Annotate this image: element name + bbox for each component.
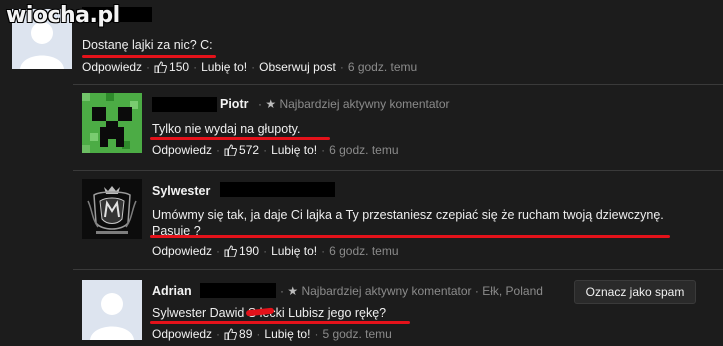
comment-text: Tylko nie wydaj na głupoty. [152, 121, 300, 137]
red-underline [150, 235, 670, 238]
redacted-name [200, 283, 276, 298]
author-name[interactable]: Adrian [152, 284, 192, 298]
redacted-name [152, 97, 217, 112]
like-count: 89 [239, 327, 253, 341]
separator: · [216, 327, 221, 341]
separator: · [146, 60, 151, 74]
divider [73, 269, 723, 270]
separator: · [251, 60, 256, 74]
like-count: 150 [169, 60, 190, 74]
timestamp[interactable]: 6 godz. temu [348, 60, 417, 74]
location-label: Ełk, Poland [482, 284, 543, 298]
separator: · [216, 143, 221, 157]
separator: · [263, 143, 268, 157]
like-link[interactable]: Lubię to! [271, 244, 317, 258]
author-name[interactable]: Piotr [220, 97, 248, 111]
red-underline [150, 321, 410, 324]
avatar-emblem[interactable] [82, 179, 142, 239]
comment-text-line: Umówmy się tak, ja daje Ci lajka a Ty pr… [152, 208, 664, 222]
separator: · [263, 244, 268, 258]
like-link[interactable]: Lubię to! [271, 143, 317, 157]
separator: · [321, 244, 326, 258]
star-icon: ★ [265, 97, 277, 111]
author-name[interactable]: Sylwester [152, 184, 210, 198]
avatar[interactable] [82, 280, 142, 340]
creeper-face-icon [82, 93, 142, 153]
separator: · [216, 244, 221, 258]
follow-post-link[interactable]: Obserwuj post [259, 60, 336, 74]
like-count: 572 [239, 143, 260, 157]
emblem-logo-icon [82, 179, 142, 239]
divider [73, 170, 723, 171]
reply-link[interactable]: Odpowiedz [152, 143, 212, 157]
avatar-creeper[interactable] [82, 93, 142, 153]
comment-actions: Odpowiedz · 572 · Lubię to! · 6 godz. te… [152, 143, 399, 157]
timestamp[interactable]: 5 godz. temu [322, 327, 391, 341]
thumbs-up-icon [154, 61, 168, 73]
reply-link[interactable]: Odpowiedz [82, 60, 142, 74]
mark-as-spam-button[interactable]: Oznacz jako spam [574, 280, 696, 304]
separator: · [256, 327, 261, 341]
like-link[interactable]: Lubię to! [201, 60, 247, 74]
thumbs-up-icon [224, 328, 238, 340]
separator: · [314, 327, 319, 341]
timestamp[interactable]: 6 godz. temu [329, 143, 398, 157]
author-badge: · ★ Najbardziej aktywny komentator [258, 97, 450, 111]
comment-actions: Odpowiedz · 190 · Lubię to! · 6 godz. te… [152, 244, 399, 258]
like-count: 190 [239, 244, 260, 258]
redacted-name [220, 182, 335, 197]
separator: · [339, 60, 344, 74]
badge-label: Najbardziej aktywny komentator [279, 97, 450, 111]
comment-text-line: Dostanę lajki za nic? C: [82, 38, 213, 52]
thumbs-up-icon [224, 245, 238, 257]
star-icon: ★ [287, 284, 299, 298]
divider [73, 84, 723, 85]
separator: · [193, 60, 198, 74]
author-badge: · ★ Najbardziej aktywny komentator · Ełk… [280, 284, 543, 298]
separator: · [321, 143, 326, 157]
like-link[interactable]: Lubię to! [264, 327, 310, 341]
badge-label: Najbardziej aktywny komentator [301, 284, 472, 298]
comment-text-line: Tylko nie wydaj na głupoty. [152, 122, 301, 136]
reply-link[interactable]: Odpowiedz [152, 327, 212, 341]
red-underline [150, 137, 330, 140]
reply-link[interactable]: Odpowiedz [152, 244, 212, 258]
comment-actions: Odpowiedz · 89 · Lubię to! · 5 godz. tem… [152, 327, 392, 341]
comment-text: Dostanę lajki za nic? C: [82, 37, 213, 53]
red-underline [82, 55, 216, 58]
timestamp[interactable]: 6 godz. temu [329, 244, 398, 258]
comment-actions: Odpowiedz · 150 · Lubię to! · Obserwuj p… [82, 60, 417, 74]
thumbs-up-icon [224, 144, 238, 156]
watermark-logo: wiocha.pl [6, 3, 120, 28]
user-silhouette-icon [82, 280, 142, 340]
